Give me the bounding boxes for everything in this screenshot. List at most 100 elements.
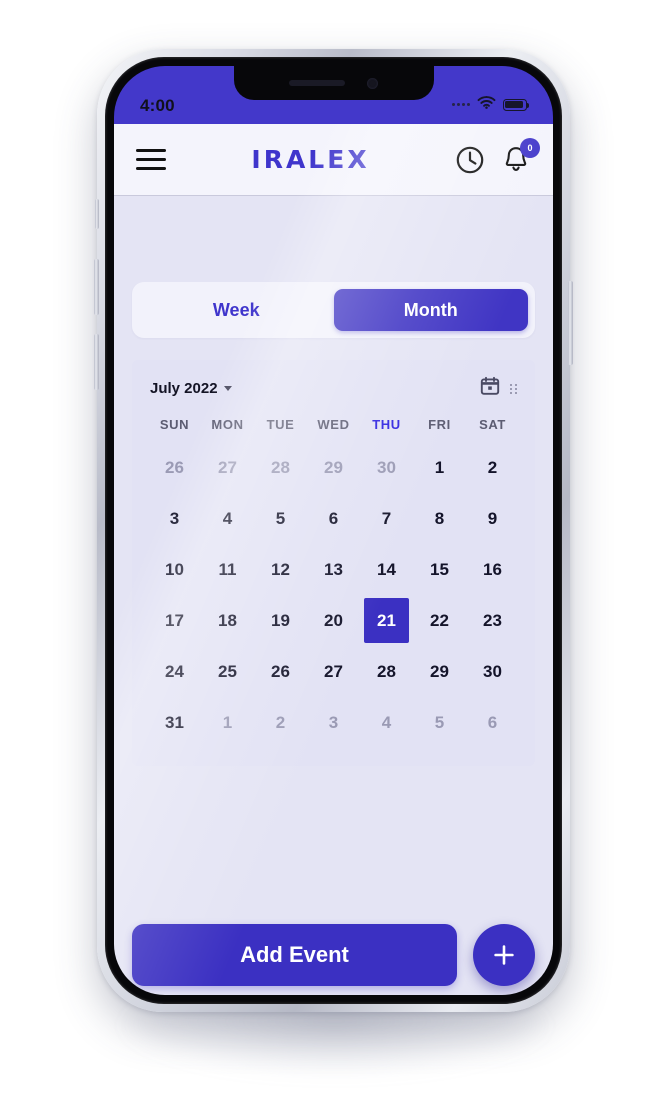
calendar-day[interactable]: 10 xyxy=(148,544,201,595)
calendar-day-number: 11 xyxy=(218,559,237,579)
notification-badge: 0 xyxy=(520,137,540,158)
status-bar-time: 4:00 xyxy=(140,96,175,115)
volume-up-button[interactable] xyxy=(94,259,99,315)
calendar-day[interactable]: 15 xyxy=(413,544,466,595)
phone-device-frame: 4:00 IRALEX 0 Week Month July 2022 SUN M… xyxy=(94,49,573,1012)
calendar-day[interactable]: 4 xyxy=(201,493,254,544)
calendar-day-number: 4 xyxy=(222,508,233,528)
floating-add-button[interactable] xyxy=(473,924,535,986)
calendar-day-number: 19 xyxy=(271,610,290,630)
front-camera xyxy=(367,77,378,89)
hamburger-menu-icon[interactable] xyxy=(136,149,166,170)
calendar-day-selected[interactable]: 21 xyxy=(360,595,413,646)
calendar-day[interactable]: 28 xyxy=(360,646,413,697)
calendar-day-number: 26 xyxy=(165,457,184,477)
bell-icon[interactable]: 0 xyxy=(501,137,540,175)
calendar-day-number: 12 xyxy=(271,559,290,579)
calendar-day[interactable]: 18 xyxy=(201,595,254,646)
calendar-day-number: 29 xyxy=(430,661,449,681)
calendar-day-number: 1 xyxy=(434,457,445,477)
calendar-day[interactable]: 5 xyxy=(413,697,466,748)
clock-icon[interactable] xyxy=(455,145,485,175)
calendar-day-number: 23 xyxy=(483,610,502,630)
calendar-day[interactable]: 27 xyxy=(307,646,360,697)
calendar-day[interactable]: 26 xyxy=(254,646,307,697)
calendar-grid: 26 27 28 29 30 1 2 3 4 5 6 7 8 9 10 11 12 13 14 15 16 17 18 19 2… xyxy=(148,442,519,748)
month-label: July 2022 xyxy=(150,380,218,397)
calendar-day[interactable]: 11 xyxy=(201,544,254,595)
calendar-day[interactable]: 19 xyxy=(254,595,307,646)
calendar-day[interactable]: 29 xyxy=(413,646,466,697)
day-of-week-fri: FRI xyxy=(428,417,451,432)
calendar-day-number: 22 xyxy=(430,610,449,630)
calendar-day-number: 18 xyxy=(218,610,237,630)
app-bar-actions: 0 xyxy=(455,137,540,175)
calendar-day[interactable]: 2 xyxy=(254,697,307,748)
calendar-day[interactable]: 31 xyxy=(148,697,201,748)
calendar-day[interactable]: 4 xyxy=(360,697,413,748)
calendar-day[interactable]: 9 xyxy=(466,493,519,544)
drag-handle-icon[interactable] xyxy=(510,383,517,394)
calendar-day[interactable]: 2 xyxy=(466,442,519,493)
calendar-day[interactable]: 14 xyxy=(360,544,413,595)
calendar-day-number: 1 xyxy=(222,712,233,732)
power-button[interactable] xyxy=(568,281,573,365)
calendar-day[interactable]: 30 xyxy=(466,646,519,697)
calendar-card: July 2022 SUN MON TUE WED THU FRI SAT 26… xyxy=(132,360,535,766)
calendar-day[interactable]: 3 xyxy=(148,493,201,544)
calendar-day[interactable]: 25 xyxy=(201,646,254,697)
month-selector[interactable]: July 2022 xyxy=(150,380,232,397)
calendar-day[interactable]: 23 xyxy=(466,595,519,646)
signal-dots-icon xyxy=(452,103,470,106)
calendar-day[interactable]: 6 xyxy=(466,697,519,748)
calendar-day-number: 6 xyxy=(328,508,339,528)
calendar-day[interactable]: 8 xyxy=(413,493,466,544)
calendar-header-actions xyxy=(480,376,517,401)
calendar-icon[interactable] xyxy=(480,376,500,401)
day-of-week-tue: TUE xyxy=(266,417,295,432)
calendar-day[interactable]: 1 xyxy=(201,697,254,748)
calendar-day-number: 14 xyxy=(377,559,396,579)
calendar-day[interactable]: 3 xyxy=(307,697,360,748)
calendar-day[interactable]: 28 xyxy=(254,442,307,493)
calendar-day[interactable]: 24 xyxy=(148,646,201,697)
day-of-week-wed: WED xyxy=(317,417,350,432)
tab-week[interactable]: Week xyxy=(139,289,334,331)
calendar-day-number: 17 xyxy=(165,610,184,630)
calendar-day[interactable]: 29 xyxy=(307,442,360,493)
silent-switch[interactable] xyxy=(95,199,99,229)
day-of-week-sun: SUN xyxy=(159,417,190,432)
calendar-day-number: 5 xyxy=(275,508,286,528)
calendar-day[interactable]: 6 xyxy=(307,493,360,544)
earpiece-speaker xyxy=(289,80,345,86)
calendar-day[interactable]: 30 xyxy=(360,442,413,493)
calendar-day[interactable]: 27 xyxy=(201,442,254,493)
calendar-day-number: 30 xyxy=(483,661,502,681)
calendar-day[interactable]: 5 xyxy=(254,493,307,544)
calendar-day-number: 31 xyxy=(165,712,184,732)
calendar-day-number: 3 xyxy=(169,508,180,528)
calendar-day-number: 27 xyxy=(218,457,237,477)
wifi-icon xyxy=(477,95,496,114)
calendar-day-number: 29 xyxy=(324,457,343,477)
calendar-day[interactable]: 12 xyxy=(254,544,307,595)
volume-down-button[interactable] xyxy=(94,334,99,390)
calendar-day[interactable]: 7 xyxy=(360,493,413,544)
status-bar-indicators xyxy=(452,95,530,116)
calendar-day[interactable]: 22 xyxy=(413,595,466,646)
tab-month[interactable]: Month xyxy=(333,289,528,331)
calendar-day[interactable]: 13 xyxy=(307,544,360,595)
calendar-week-row: 24 25 26 27 28 29 30 xyxy=(148,646,519,697)
calendar-day[interactable]: 16 xyxy=(466,544,519,595)
calendar-day[interactable]: 1 xyxy=(413,442,466,493)
bottom-action-bar: Add Event xyxy=(114,924,553,995)
calendar-header: July 2022 xyxy=(148,374,519,413)
calendar-day-number: 28 xyxy=(271,457,290,477)
calendar-day[interactable]: 26 xyxy=(148,442,201,493)
plus-icon xyxy=(494,945,514,965)
calendar-day[interactable]: 17 xyxy=(148,595,201,646)
calendar-day-number: 20 xyxy=(324,610,343,630)
calendar-day[interactable]: 20 xyxy=(307,595,360,646)
add-event-button[interactable]: Add Event xyxy=(132,924,457,986)
calendar-day-number: 26 xyxy=(271,661,290,681)
